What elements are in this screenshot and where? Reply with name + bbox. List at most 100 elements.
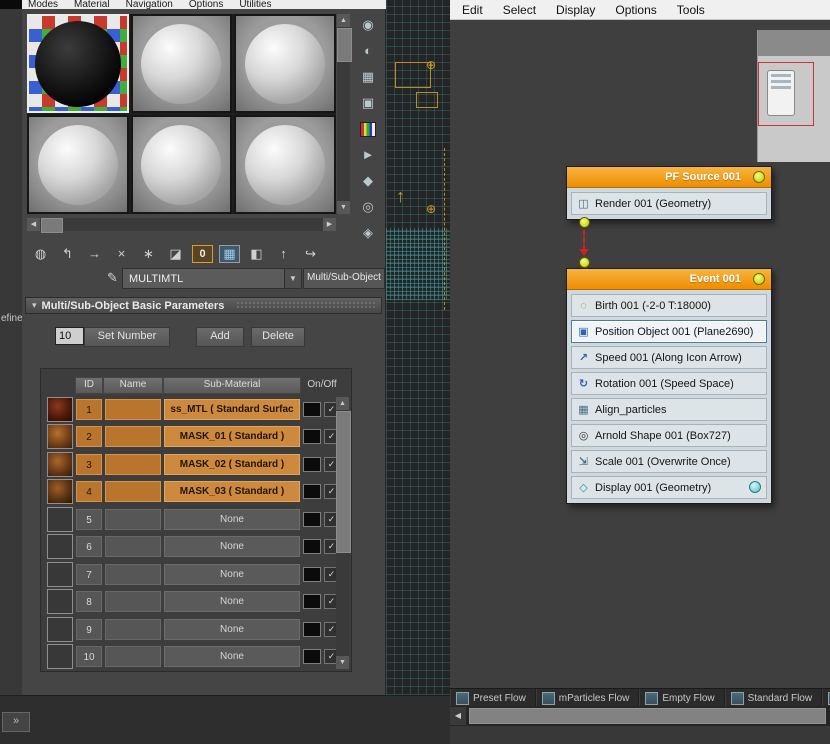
sample-slot-active[interactable] bbox=[27, 14, 129, 113]
depot-preset-flow[interactable]: Preset Flow bbox=[450, 689, 536, 707]
enable-dot-icon[interactable] bbox=[753, 273, 765, 285]
scroll-left-icon[interactable]: ◀ bbox=[27, 218, 40, 231]
table-row[interactable]: 4 MASK_03 ( Standard ) ✓ bbox=[47, 479, 339, 504]
column-header-name[interactable]: Name bbox=[103, 377, 163, 394]
row-name-field[interactable] bbox=[105, 536, 161, 557]
menu-item-navigation[interactable]: Navigation bbox=[126, 0, 173, 9]
submaterial-button[interactable]: MASK_03 ( Standard ) bbox=[164, 481, 300, 502]
delete-icon[interactable]: × bbox=[111, 244, 132, 264]
table-row[interactable]: 8 None ✓ bbox=[47, 589, 339, 614]
scroll-thumb[interactable] bbox=[41, 218, 63, 233]
scroll-left-icon[interactable]: ◀ bbox=[450, 707, 466, 725]
enable-dot-icon[interactable] bbox=[753, 171, 765, 183]
table-row[interactable]: 7 None ✓ bbox=[47, 562, 339, 587]
backlight-icon[interactable]: ◐ bbox=[357, 40, 379, 61]
color-swatch[interactable] bbox=[303, 429, 321, 444]
submaterial-preview[interactable] bbox=[47, 534, 73, 559]
get-material-icon[interactable]: ◍ bbox=[30, 244, 51, 264]
show-map-in-viewport-icon[interactable]: ▦ bbox=[219, 245, 240, 263]
color-swatch[interactable] bbox=[303, 402, 321, 417]
submaterial-preview[interactable] bbox=[47, 589, 73, 614]
show-end-result-icon[interactable]: ◧ bbox=[246, 244, 267, 264]
material-map-navigator-icon[interactable]: ◈ bbox=[357, 222, 379, 243]
submaterial-button[interactable]: MASK_02 ( Standard ) bbox=[164, 454, 300, 475]
select-by-material-icon[interactable]: ◎ bbox=[357, 196, 379, 217]
scroll-up-icon[interactable]: ▲ bbox=[336, 397, 349, 410]
slots-v-scrollbar[interactable]: ▲ ▼ bbox=[337, 14, 350, 214]
scroll-thumb[interactable] bbox=[337, 28, 352, 62]
color-swatch[interactable] bbox=[303, 539, 321, 554]
submaterial-button[interactable]: None bbox=[164, 619, 300, 640]
operator-arnold-shape[interactable]: ◎ Arnold Shape 001 (Box727) bbox=[571, 424, 767, 447]
column-header-id[interactable]: ID bbox=[75, 377, 103, 394]
submaterial-button[interactable]: None bbox=[164, 646, 300, 667]
submaterial-preview[interactable] bbox=[47, 397, 73, 422]
depot-empty-flow[interactable]: Empty Flow bbox=[639, 689, 724, 707]
pick-material-eyedropper-icon[interactable]: ✎ bbox=[105, 269, 120, 287]
operator-birth[interactable]: ◌ Birth 001 (-2-0 T:18000) bbox=[571, 294, 767, 317]
submaterial-button[interactable]: ss_MTL ( Standard Surfac bbox=[164, 399, 300, 420]
scroll-thumb[interactable] bbox=[469, 708, 826, 724]
menu-item-modes[interactable]: Modes bbox=[28, 0, 58, 9]
pf-source-node[interactable]: PF Source 001 ◫ Render 001 (Geometry) bbox=[566, 166, 772, 220]
submaterial-button[interactable]: MASK_01 ( Standard ) bbox=[164, 426, 300, 447]
submaterial-preview[interactable] bbox=[47, 562, 73, 587]
row-name-field[interactable] bbox=[105, 399, 161, 420]
row-name-field[interactable] bbox=[105, 509, 161, 530]
submaterial-preview[interactable] bbox=[47, 507, 73, 532]
slots-h-scrollbar[interactable]: ◀ ▶ bbox=[27, 218, 336, 231]
color-swatch[interactable] bbox=[303, 484, 321, 499]
chevron-down-icon[interactable]: ▼ bbox=[284, 269, 301, 288]
scroll-thumb[interactable] bbox=[336, 411, 351, 553]
sample-slot[interactable] bbox=[234, 14, 336, 113]
submaterial-preview[interactable] bbox=[47, 617, 73, 642]
material-type-button[interactable]: Multi/Sub-Object bbox=[303, 268, 385, 289]
sample-slot[interactable] bbox=[27, 115, 129, 214]
scroll-track[interactable] bbox=[337, 62, 350, 201]
rollout-header[interactable]: ▾ Multi/Sub-Object Basic Parameters bbox=[25, 297, 382, 314]
operator-rotation[interactable]: ↻ Rotation 001 (Speed Space) bbox=[571, 372, 767, 395]
node-header[interactable]: PF Source 001 bbox=[567, 167, 771, 188]
table-scrollbar[interactable]: ▲ ▼ bbox=[336, 397, 349, 669]
delete-button[interactable]: Delete bbox=[251, 327, 305, 347]
options-icon[interactable]: ◆ bbox=[357, 170, 379, 191]
material-id-icon[interactable]: 0 bbox=[192, 245, 213, 263]
color-swatch[interactable] bbox=[303, 567, 321, 582]
menu-item-display[interactable]: Display bbox=[556, 3, 595, 17]
table-row[interactable]: 3 MASK_02 ( Standard ) ✓ bbox=[47, 452, 339, 477]
color-swatch[interactable] bbox=[303, 457, 321, 472]
operator-display[interactable]: ◇ Display 001 (Geometry) bbox=[571, 476, 767, 499]
sample-type-icon[interactable]: ◉ bbox=[357, 14, 379, 35]
event-node[interactable]: Event 001 ◌ Birth 001 (-2-0 T:18000) ▣ P… bbox=[566, 268, 772, 504]
menu-item-utilities[interactable]: Utilities bbox=[239, 0, 271, 9]
material-count-input[interactable]: 10 bbox=[55, 327, 84, 345]
input-port[interactable] bbox=[579, 257, 590, 268]
scroll-right-icon[interactable]: ▶ bbox=[323, 218, 336, 231]
material-name-dropdown[interactable]: MULTIMTL ▼ bbox=[122, 268, 302, 289]
table-row[interactable]: 2 MASK_01 ( Standard ) ✓ bbox=[47, 424, 339, 449]
set-number-button[interactable]: Set Number bbox=[84, 327, 170, 347]
node-header[interactable]: Event 001 bbox=[567, 269, 771, 290]
operator-speed[interactable]: ↗ Speed 001 (Along Icon Arrow) bbox=[571, 346, 767, 369]
generate-preview-icon[interactable]: ► bbox=[357, 144, 379, 165]
sample-slot[interactable] bbox=[131, 115, 233, 214]
depot-mparticles-flow[interactable]: mParticles Flow bbox=[536, 689, 640, 707]
table-row[interactable]: 6 None ✓ bbox=[47, 534, 339, 559]
menu-item-select[interactable]: Select bbox=[503, 3, 536, 17]
submaterial-button[interactable]: None bbox=[164, 564, 300, 585]
output-port[interactable] bbox=[579, 217, 590, 228]
color-swatch[interactable] bbox=[303, 512, 321, 527]
add-button[interactable]: Add bbox=[196, 327, 244, 347]
table-row[interactable]: 10 None ✓ bbox=[47, 644, 339, 669]
color-swatch[interactable] bbox=[303, 594, 321, 609]
rollout-collapse-icon[interactable]: ▾ bbox=[32, 300, 37, 311]
go-forward-sibling-icon[interactable]: ↪ bbox=[300, 244, 321, 264]
scroll-track[interactable] bbox=[63, 218, 323, 231]
operator-scale[interactable]: ⇲ Scale 001 (Overwrite Once) bbox=[571, 450, 767, 473]
submaterial-preview[interactable] bbox=[47, 424, 73, 449]
submaterial-preview[interactable] bbox=[47, 479, 73, 504]
scroll-down-icon[interactable]: ▼ bbox=[336, 656, 349, 669]
row-name-field[interactable] bbox=[105, 426, 161, 447]
row-name-field[interactable] bbox=[105, 646, 161, 667]
color-swatch[interactable] bbox=[303, 622, 321, 637]
